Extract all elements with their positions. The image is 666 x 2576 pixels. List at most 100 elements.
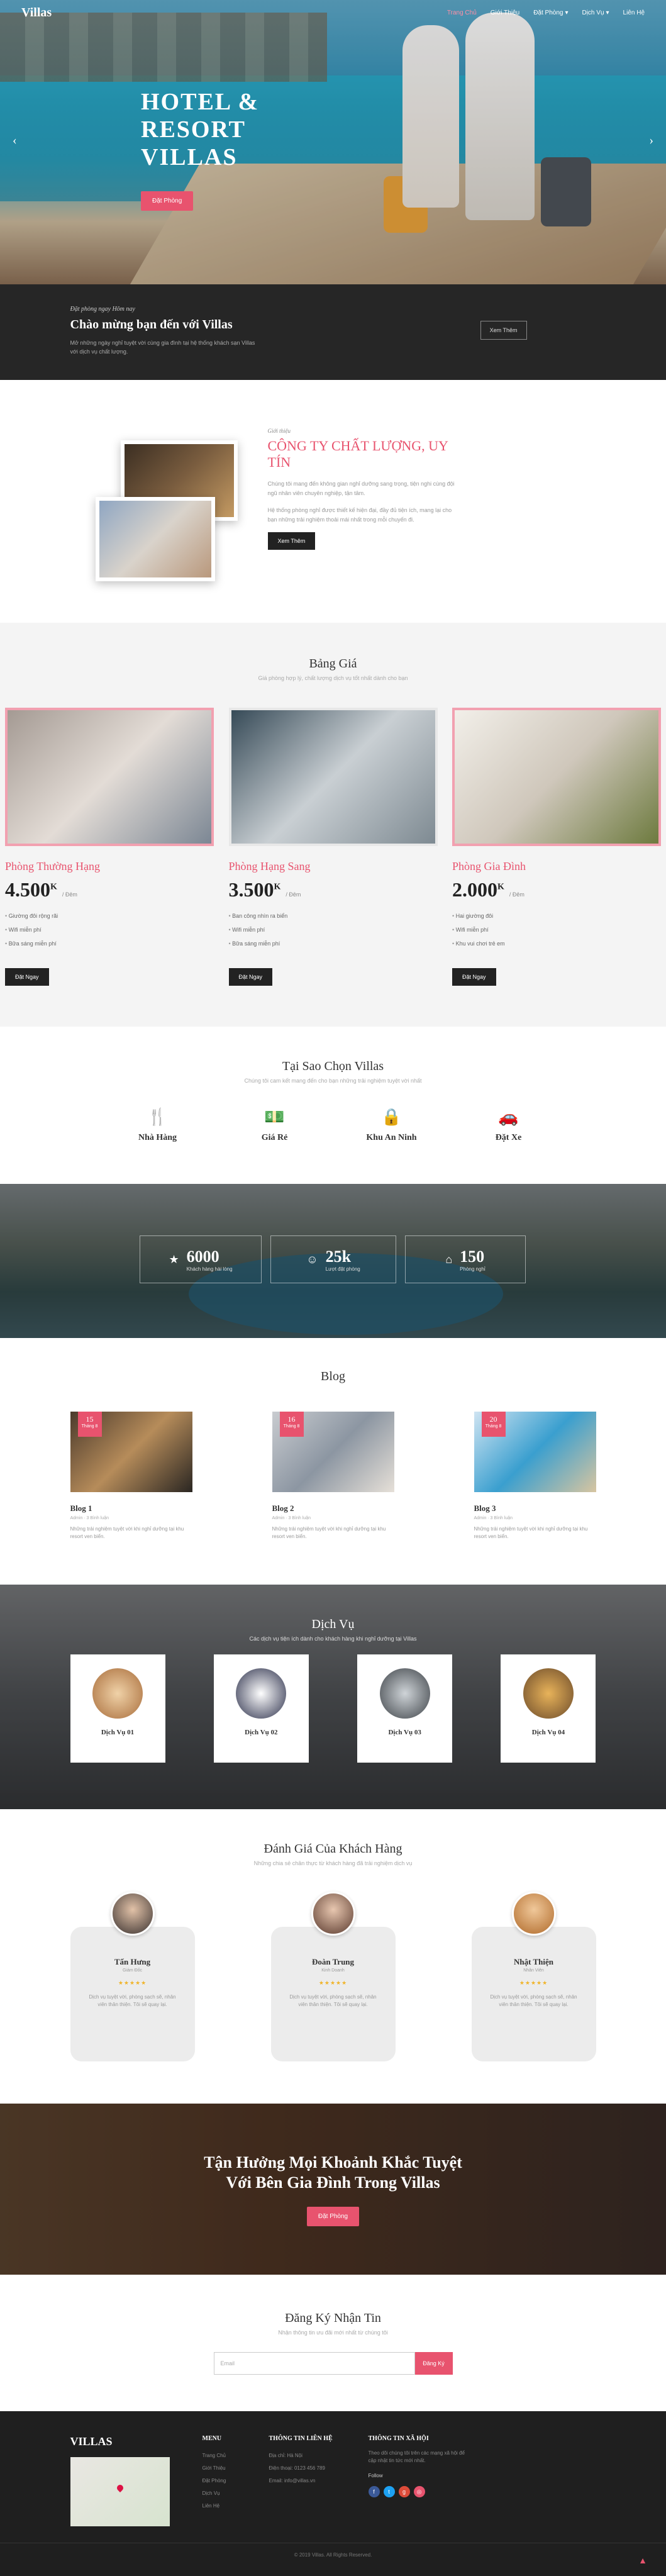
about-gallery [96, 440, 247, 591]
instagram-icon[interactable]: ◎ [414, 2486, 425, 2497]
room-price: 3.500K / Đêm [229, 878, 438, 901]
newsletter-title: Đăng Ký Nhận Tin [0, 2311, 666, 2326]
social-icons: f t g ◎ [369, 2486, 469, 2497]
blog-post[interactable]: 20Tháng 8 Blog 3 Admin · 3 Bình luận Nhữ… [474, 1412, 596, 1541]
footer-link[interactable]: Trang Chủ [203, 2450, 269, 2462]
post-excerpt: Những trải nghiệm tuyệt vời khi nghỉ dưỡ… [272, 1525, 394, 1541]
service-card[interactable]: Dịch Vụ 01 [70, 1654, 165, 1763]
nav-item-services[interactable]: Dịch Vụ▾ [582, 9, 609, 16]
slider-prev-icon[interactable]: ‹ [13, 133, 17, 148]
room-image[interactable] [5, 708, 214, 846]
contact-email[interactable]: Email: info@villas.vn [269, 2475, 369, 2487]
twitter-icon[interactable]: t [384, 2486, 395, 2497]
room-card: Phòng Thường Hạng 4.500K / Đêm Giường đô… [5, 708, 214, 986]
why-title: Tại Sao Chọn Villas [0, 1059, 666, 1074]
hero-book-button[interactable]: Đặt Phòng [141, 191, 193, 211]
room-name: Phòng Thường Hạng [5, 860, 214, 873]
room-card: Phòng Gia Đình 2.000K / Đêm Hai giường đ… [452, 708, 661, 986]
service-card[interactable]: Dịch Vụ 02 [214, 1654, 309, 1763]
post-meta: Admin · 3 Bình luận [70, 1516, 192, 1520]
about-photo [96, 497, 215, 581]
avatar [311, 1892, 355, 1936]
reviewer-role: Giám Đốc [70, 1968, 195, 1973]
blog-section: Blog 15Tháng 8 Blog 1 Admin · 3 Bình luậ… [0, 1338, 666, 1585]
book-now-button[interactable]: Đặt Ngay [452, 968, 496, 986]
brand-logo[interactable]: Villas [21, 6, 52, 20]
blog-image[interactable]: 20Tháng 8 [474, 1412, 596, 1492]
blog-image[interactable]: 15Tháng 8 [70, 1412, 192, 1492]
footer-link[interactable]: Liên Hệ [203, 2500, 269, 2512]
service-card[interactable]: Dịch Vụ 04 [501, 1654, 596, 1763]
contact-phone: Điện thoại: 0123 456 789 [269, 2462, 369, 2475]
book-now-button[interactable]: Đặt Ngay [5, 968, 49, 986]
nav-item-booking[interactable]: Đặt Phòng▾ [533, 9, 568, 16]
post-title[interactable]: Blog 1 [70, 1503, 192, 1514]
stat-label: Lượt đặt phòng [326, 1266, 360, 1272]
reviewer-role: Nhân Viên [472, 1968, 596, 1973]
footer-contact-column: THÔNG TIN LIÊN HỆ Địa chỉ: Hà Nội Điện t… [269, 2435, 369, 2526]
room-image[interactable] [452, 708, 661, 846]
post-date: 16Tháng 8 [280, 1412, 304, 1437]
avatar [111, 1892, 155, 1936]
rating-stars: ★★★★★ [70, 1980, 195, 1987]
room-feature: Bữa sáng miễn phí [229, 937, 438, 951]
blog-post[interactable]: 15Tháng 8 Blog 1 Admin · 3 Bình luận Nhữ… [70, 1412, 192, 1541]
room-image[interactable] [229, 708, 438, 846]
nav-item-about[interactable]: Giới Thiệu [491, 9, 519, 16]
smile-icon: ☺ [306, 1253, 318, 1266]
blog-image[interactable]: 16Tháng 8 [272, 1412, 394, 1492]
reviewer-name: Đoàn Trung [271, 1957, 396, 1967]
room-name: Phòng Gia Đình [452, 860, 661, 873]
about-paragraph: Chúng tôi mang đến không gian nghỉ dưỡng… [268, 479, 457, 498]
blog-post[interactable]: 16Tháng 8 Blog 2 Admin · 3 Bình luận Nhữ… [272, 1412, 394, 1541]
services-subtitle: Các dịch vụ tiện ích dành cho khách hàng… [0, 1636, 666, 1642]
nav-item-home[interactable]: Trang Chủ [447, 9, 477, 16]
pricing-subtitle: Giá phòng hợp lý, chất lượng dịch vụ tốt… [0, 675, 666, 681]
welcome-section: Đặt phòng ngay Hôm nay Chào mừng bạn đến… [0, 284, 666, 380]
feature-list: 🍴Nhà Hàng 💵Giá Rẻ 🔒Khu An Ninh 🚗Đặt Xe [0, 1108, 666, 1143]
room-price: 4.500K / Đêm [5, 878, 214, 901]
service-title: Dịch Vụ 01 [70, 1729, 165, 1736]
reviewer-name: Tấn Hưng [70, 1957, 195, 1967]
room-feature: Khu vui chơi trẻ em [452, 937, 661, 951]
about-more-button[interactable]: Xem Thêm [268, 532, 316, 550]
footer: VILLAS MENU Trang Chủ Giới Thiệu Đặt Phò… [0, 2411, 666, 2576]
service-title: Dịch Vụ 04 [501, 1729, 596, 1736]
feature-item: 💵Giá Rẻ [247, 1108, 303, 1143]
book-now-button[interactable]: Đặt Ngay [229, 968, 273, 986]
cta-book-button[interactable]: Đặt Phòng [307, 2207, 359, 2226]
facebook-icon[interactable]: f [369, 2486, 380, 2497]
review-card: Nhật Thiện Nhân Viên ★★★★★ Dịch vụ tuyệt… [472, 1892, 596, 2061]
welcome-more-button[interactable]: Xem Thêm [480, 321, 527, 340]
nav-item-contact[interactable]: Liên Hệ [623, 9, 645, 16]
nav-menu: Trang Chủ Giới Thiệu Đặt Phòng▾ Dịch Vụ▾… [447, 9, 645, 16]
service-image [92, 1668, 143, 1719]
footer-map[interactable] [70, 2457, 170, 2526]
stat-box: ★ 6000Khách hàng hài lòng [140, 1235, 262, 1283]
post-title[interactable]: Blog 2 [272, 1503, 394, 1514]
service-card[interactable]: Dịch Vụ 03 [357, 1654, 452, 1763]
footer-link[interactable]: Dịch Vụ [203, 2487, 269, 2500]
service-image [380, 1668, 430, 1719]
social-text: Theo dõi chúng tôi trên các mạng xã hội … [369, 2450, 469, 2465]
post-title[interactable]: Blog 3 [474, 1503, 596, 1514]
footer-social-column: THÔNG TIN XÃ HỘI Theo dõi chúng tôi trên… [369, 2435, 469, 2526]
pricing-section: Bảng Giá Giá phòng hợp lý, chất lượng dị… [0, 623, 666, 1027]
stat-box: ☺ 25kLượt đặt phòng [270, 1235, 396, 1283]
newsletter-subtitle: Nhận thông tin ưu đãi mới nhất từ chúng … [0, 2329, 666, 2336]
room-feature: Bữa sáng miễn phí [5, 937, 214, 951]
review-card: Đoàn Trung Kinh Doanh ★★★★★ Dịch vụ tuyệ… [271, 1892, 396, 2061]
stats-section: ★ 6000Khách hàng hài lòng ☺ 25kLượt đặt … [0, 1184, 666, 1338]
slider-next-icon[interactable]: › [649, 133, 653, 148]
footer-link[interactable]: Đặt Phòng [203, 2475, 269, 2487]
about-title: CÔNG TY CHẤT LƯỢNG, UY TÍN [268, 438, 457, 471]
footer-link[interactable]: Giới Thiệu [203, 2462, 269, 2475]
newsletter-form: Email Đăng Ký [0, 2352, 666, 2375]
welcome-text: Mở những ngày nghỉ tuyệt vời cùng gia đì… [70, 338, 259, 356]
subscribe-button[interactable]: Đăng Ký [415, 2352, 453, 2375]
email-input[interactable]: Email [214, 2352, 415, 2375]
scroll-top-icon[interactable]: ▲ [638, 2556, 647, 2567]
google-plus-icon[interactable]: g [399, 2486, 410, 2497]
restaurant-icon: 🍴 [130, 1108, 186, 1129]
service-title: Dịch Vụ 03 [357, 1729, 452, 1736]
